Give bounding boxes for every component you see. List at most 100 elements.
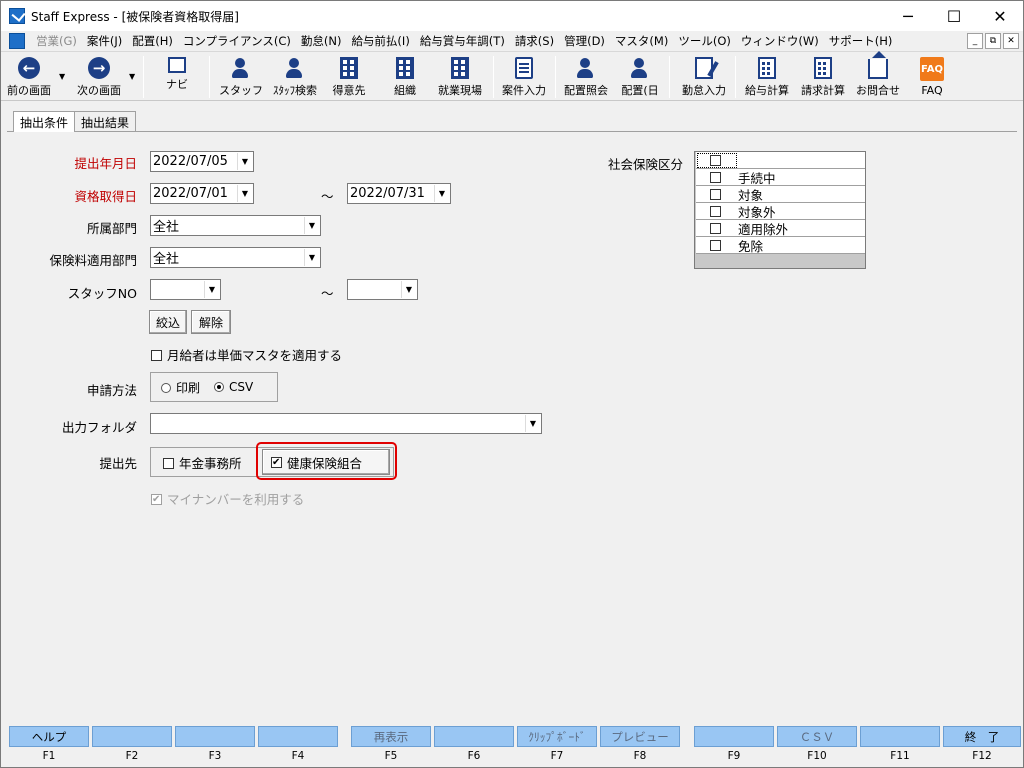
next-screen-button[interactable]: → 次の画面 xyxy=(73,54,125,100)
staff-no-to-select[interactable]: ▼ xyxy=(347,279,418,300)
chevron-down-icon[interactable]: ▼ xyxy=(525,415,540,432)
tab-extract-results[interactable]: 抽出結果 xyxy=(74,111,137,131)
f1-label: ヘルプ xyxy=(9,726,89,747)
f9-button[interactable]: F9 xyxy=(694,726,774,766)
method-csv-radio[interactable]: CSV xyxy=(214,380,253,394)
faq-icon: FAQ xyxy=(920,57,944,81)
method-csv-label: CSV xyxy=(229,380,254,394)
f11-button[interactable]: F11 xyxy=(860,726,940,766)
f5-refresh-button[interactable]: 再表示 F5 xyxy=(351,726,431,766)
staff-button[interactable]: スタッフ xyxy=(219,54,263,100)
output-folder-label: 出力フォルダ xyxy=(61,420,137,435)
my-number-checkbox[interactable]: マイナンバーを利用する xyxy=(151,489,304,508)
menu-compliance[interactable]: コンプライアンス(C) xyxy=(178,33,296,49)
toolbar-separator xyxy=(555,56,556,98)
app-window: Staff Express - [被保険者資格取得届] ─ ☐ ✕ 営業(G) … xyxy=(0,0,1024,768)
chevron-down-icon[interactable]: ▼ xyxy=(304,249,319,266)
f1-help-button[interactable]: ヘルプ F1 xyxy=(9,726,89,766)
navi-button[interactable]: ナビ xyxy=(159,54,195,100)
menu-billing[interactable]: 請求(S) xyxy=(510,33,559,49)
menu-tools[interactable]: ツール(O) xyxy=(673,33,736,49)
minimize-button[interactable]: ─ xyxy=(885,1,931,31)
f6-button[interactable]: F6 xyxy=(434,726,514,766)
staff-no-from-select[interactable]: ▼ xyxy=(150,279,221,300)
assign-inquiry-button[interactable]: 配置照会 xyxy=(561,54,611,100)
chevron-down-icon[interactable]: ▼ xyxy=(304,217,319,234)
chevron-down-icon[interactable]: ▼ xyxy=(434,185,449,202)
assign-day-button[interactable]: 配置(日 xyxy=(617,54,663,100)
mdi-restore-button[interactable]: ⧉ xyxy=(985,33,1001,49)
acquire-date-to-value: 2022/07/31 xyxy=(350,186,425,201)
submit-date-picker[interactable]: 2022/07/05 ▼ xyxy=(150,151,254,172)
tab-extract-conditions[interactable]: 抽出条件 xyxy=(13,111,76,132)
contact-button[interactable]: お問合せ xyxy=(853,51,903,100)
checkbox-icon xyxy=(710,171,721,183)
radio-icon xyxy=(161,382,171,393)
prev-screen-button[interactable]: ← 前の画面 xyxy=(5,54,53,100)
social-insurance-label: 社会保険区分 xyxy=(607,157,683,172)
close-button[interactable]: ✕ xyxy=(977,1,1023,31)
f3-key: F3 xyxy=(208,750,222,762)
filter-button[interactable]: 絞込 xyxy=(149,310,187,334)
menu-master[interactable]: マスタ(M) xyxy=(610,33,673,49)
f10-label: ＣＳＶ xyxy=(777,726,857,747)
menu-support[interactable]: サポート(H) xyxy=(824,33,898,49)
menu-admin[interactable]: 管理(D) xyxy=(559,33,610,49)
chevron-down-icon[interactable]: ▼ xyxy=(204,281,219,298)
mdi-minimize-button[interactable]: _ xyxy=(967,33,983,49)
client-button[interactable]: 得意先 xyxy=(327,54,371,100)
social-insurance-row-excluded[interactable]: 適用除外 xyxy=(696,220,865,237)
method-radio-group: 印刷 CSV xyxy=(150,372,278,402)
output-folder-select[interactable]: ▼ xyxy=(150,413,542,434)
pension-office-checkbox[interactable]: 年金事務所 xyxy=(163,453,242,472)
document-icon[interactable] xyxy=(9,33,25,49)
next-dropdown-arrow-icon[interactable]: ▼ xyxy=(129,72,135,81)
menu-payroll[interactable]: 給与賞与年調(T) xyxy=(415,33,510,49)
f2-button[interactable]: F2 xyxy=(92,726,172,766)
method-print-label: 印刷 xyxy=(176,380,201,395)
clear-button[interactable]: 解除 xyxy=(191,310,231,334)
staff-search-label: ｽﾀｯﾌ検索 xyxy=(273,84,317,97)
chevron-down-icon[interactable]: ▼ xyxy=(237,185,252,202)
menu-window[interactable]: ウィンドウ(W) xyxy=(736,33,824,49)
f8-preview-button[interactable]: プレビュー F8 xyxy=(600,726,680,766)
case-input-button[interactable]: 案件入力 xyxy=(497,54,551,100)
org-button[interactable]: 組織 xyxy=(385,54,425,100)
social-insurance-row-all[interactable] xyxy=(696,152,865,169)
staff-search-button[interactable]: ｽﾀｯﾌ検索 xyxy=(267,54,323,100)
f12-exit-button[interactable]: 終 了 F12 xyxy=(943,726,1021,766)
prev-dropdown-arrow-icon[interactable]: ▼ xyxy=(59,72,65,81)
f6-key: F6 xyxy=(467,750,481,762)
f7-clipboard-button[interactable]: ｸﾘｯﾌﾟﾎﾞｰﾄﾞ F7 xyxy=(517,726,597,766)
f3-button[interactable]: F3 xyxy=(175,726,255,766)
social-insurance-row-pending[interactable]: 手続中 xyxy=(696,169,865,186)
menu-advance-pay[interactable]: 給与前払(I) xyxy=(346,33,414,49)
menu-sales[interactable]: 営業(G) xyxy=(31,33,82,49)
billing-calc-button[interactable]: 請求計算 xyxy=(797,54,849,100)
menu-case[interactable]: 案件(J) xyxy=(82,33,127,49)
method-print-radio[interactable]: 印刷 xyxy=(161,379,200,396)
menu-attendance[interactable]: 勤怠(N) xyxy=(296,33,347,49)
maximize-button[interactable]: ☐ xyxy=(931,1,977,31)
chevron-down-icon[interactable]: ▼ xyxy=(401,281,416,298)
mdi-close-button[interactable]: ✕ xyxy=(1003,33,1019,49)
monthly-unit-master-checkbox[interactable]: 月給者は単価マスタを適用する xyxy=(151,345,342,364)
acquire-date-from-picker[interactable]: 2022/07/01 ▼ xyxy=(150,183,254,204)
chevron-down-icon[interactable]: ▼ xyxy=(237,153,252,170)
menu-assignment[interactable]: 配置(H) xyxy=(127,33,178,49)
f10-csv-button[interactable]: ＣＳＶ F10 xyxy=(777,726,857,766)
social-insurance-row-non-target[interactable]: 対象外 xyxy=(696,203,865,220)
f4-label xyxy=(258,726,338,747)
f4-button[interactable]: F4 xyxy=(258,726,338,766)
payroll-calc-button[interactable]: 給与計算 xyxy=(741,54,793,100)
worksite-button[interactable]: 就業現場 xyxy=(433,54,487,100)
contact-label: お問合せ xyxy=(856,84,900,97)
faq-button[interactable]: FAQ FAQ xyxy=(913,54,951,100)
social-insurance-row-target[interactable]: 対象 xyxy=(696,186,865,203)
department-select[interactable]: 全社 ▼ xyxy=(150,215,321,236)
acquire-date-to-picker[interactable]: 2022/07/31 ▼ xyxy=(347,183,451,204)
arrow-left-icon: ← xyxy=(18,57,40,79)
social-insurance-row-exempt[interactable]: 免除 xyxy=(696,237,865,254)
premium-department-select[interactable]: 全社 ▼ xyxy=(150,247,321,268)
attendance-input-button[interactable]: 勤怠入力 xyxy=(677,54,731,100)
